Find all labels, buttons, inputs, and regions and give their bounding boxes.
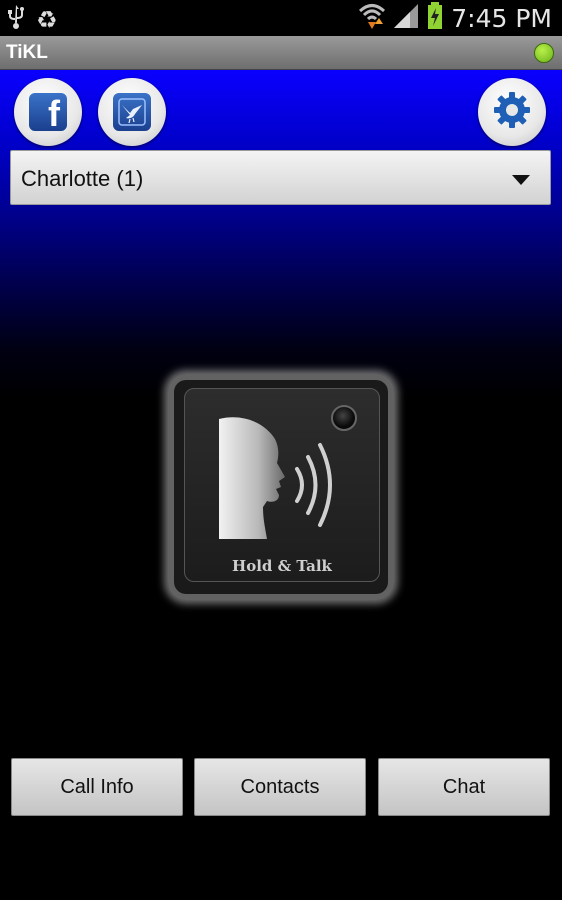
- facebook-letter: f: [48, 93, 60, 132]
- facebook-icon: f: [29, 93, 67, 131]
- talk-label: Hold & Talk: [232, 557, 332, 575]
- selected-contact: Charlotte (1): [21, 166, 144, 191]
- bird-share-button[interactable]: [98, 78, 166, 146]
- app-title: TiKL: [6, 42, 48, 63]
- speaking-head-icon: [213, 415, 353, 550]
- main-area: f Charlotte (1) Hold & Talk Call Info Co…: [0, 70, 562, 900]
- settings-button[interactable]: [478, 78, 546, 146]
- call-info-button[interactable]: Call Info: [11, 758, 183, 816]
- hold-and-talk-button[interactable]: Hold & Talk: [184, 388, 380, 582]
- chat-button[interactable]: Chat: [378, 758, 550, 816]
- online-status-icon: [534, 43, 554, 63]
- title-bar: TiKL: [0, 36, 562, 70]
- status-right-icons: 7:45 PM: [359, 2, 552, 35]
- battery-charging-icon: [427, 2, 443, 35]
- signal-icon: [393, 3, 419, 34]
- bird-icon: [113, 93, 151, 131]
- gear-icon: [492, 90, 532, 135]
- status-time: 7:45 PM: [451, 4, 552, 33]
- contact-dropdown[interactable]: Charlotte (1): [10, 150, 551, 205]
- recycle-icon: ♻: [36, 6, 58, 34]
- wifi-icon: [359, 2, 386, 35]
- contacts-button[interactable]: Contacts: [194, 758, 366, 816]
- usb-icon: [6, 4, 26, 37]
- chevron-down-icon: [512, 175, 530, 185]
- status-bar: ♻ 7:45 PM: [0, 0, 562, 36]
- status-left-icons: ♻: [6, 4, 58, 37]
- facebook-button[interactable]: f: [14, 78, 82, 146]
